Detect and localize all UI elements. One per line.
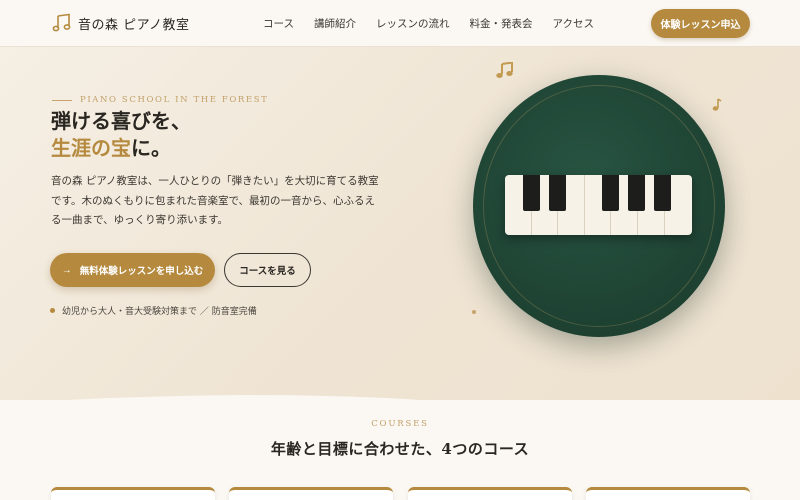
- nav-pricing-recital[interactable]: 料金・発表会: [469, 16, 532, 31]
- black-key: [654, 175, 671, 211]
- piano-keyboard-illustration: [505, 175, 692, 235]
- free-trial-button[interactable]: → 無料体験レッスンを申し込む: [50, 253, 215, 287]
- arrow-right-icon: →: [61, 264, 72, 276]
- trial-lesson-button[interactable]: 体験レッスン申込: [651, 9, 750, 38]
- logo[interactable]: 音の森 ピアノ教室: [52, 13, 189, 33]
- black-key: [549, 175, 566, 211]
- black-key: [523, 175, 540, 211]
- course-card[interactable]: [408, 487, 572, 500]
- hero-note-text: 幼児から大人・音大受験対策まで ／ 防音室完備: [62, 307, 257, 317]
- bullet-dot: [50, 308, 55, 313]
- free-trial-label: 無料体験レッスンを申し込む: [79, 266, 204, 277]
- music-note-icon: [494, 61, 514, 84]
- view-courses-button[interactable]: コースを見る: [224, 253, 311, 287]
- music-note-icon: [52, 13, 72, 33]
- course-card[interactable]: [586, 487, 750, 500]
- nav-instructors[interactable]: 講師紹介: [314, 16, 356, 31]
- hero-eyebrow: PIANO SCHOOL IN THE FOREST: [52, 95, 268, 105]
- headline-gold: 生涯の宝: [51, 136, 131, 160]
- course-card[interactable]: [51, 487, 215, 500]
- headline-tail: に。: [131, 136, 171, 160]
- music-note-icon: [710, 97, 722, 116]
- section-wave-divider: [0, 395, 800, 412]
- nav-courses[interactable]: コース: [263, 16, 294, 31]
- black-key: [628, 175, 645, 211]
- hero-headline: 弾ける喜びを、 生涯の宝に。: [51, 108, 191, 162]
- eyebrow-text: PIANO SCHOOL IN THE FOREST: [80, 95, 269, 105]
- courses-title: 年齢と目標に合わせた、4つのコース: [270, 440, 530, 458]
- nav-access[interactable]: アクセス: [552, 16, 593, 31]
- eyebrow-line: [52, 99, 72, 101]
- main-nav: コース 講師紹介 レッスンの流れ 料金・発表会 アクセス: [263, 16, 594, 31]
- site-header: 音の森 ピアノ教室 コース 講師紹介 レッスンの流れ 料金・発表会 アクセス 体…: [0, 0, 800, 47]
- course-card[interactable]: [229, 487, 393, 500]
- nav-lesson-flow[interactable]: レッスンの流れ: [376, 16, 450, 31]
- decorative-dot: [472, 310, 476, 314]
- hero-lead: 音の森 ピアノ教室は、一人ひとりの「弾きたい」を大切に育てる教室です。木のぬくも…: [51, 175, 379, 226]
- black-key: [602, 175, 619, 211]
- headline-line1: 弾ける喜びを、: [51, 109, 191, 133]
- logo-text: 音の森 ピアノ教室: [78, 17, 190, 33]
- courses-label: COURSES: [371, 419, 429, 429]
- hero-note: 幼児から大人・音大受験対策まで ／ 防音室完備: [50, 304, 257, 317]
